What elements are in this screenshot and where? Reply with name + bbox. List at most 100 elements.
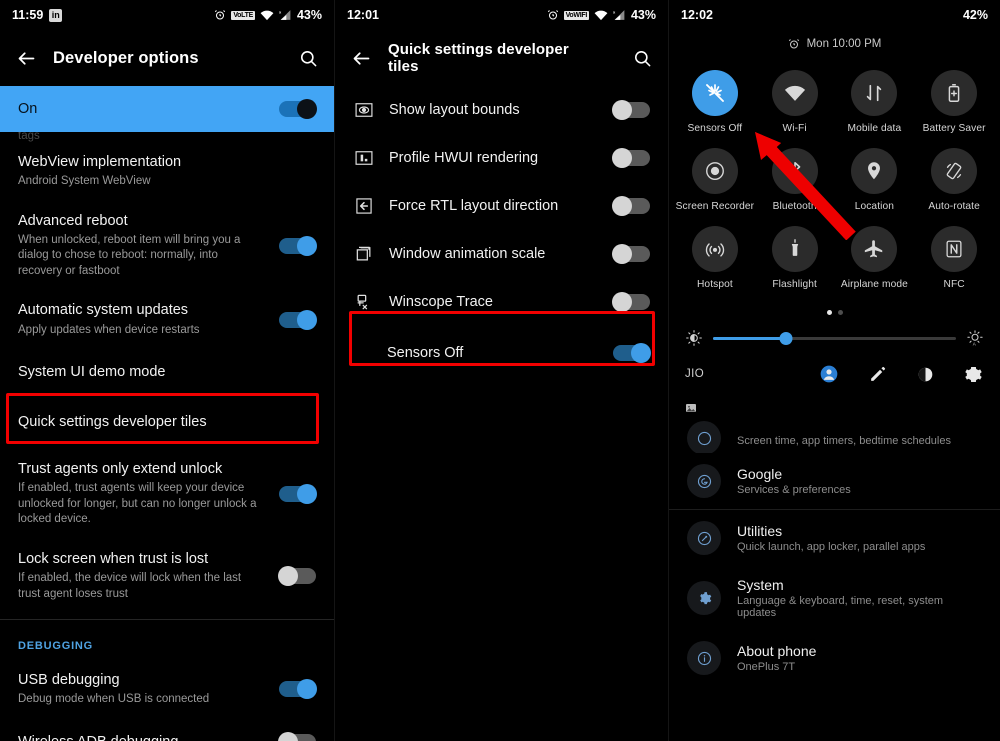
flashlight-icon[interactable] [771, 226, 818, 272]
brightness-slider[interactable] [713, 331, 956, 345]
qs-tile-hotspot[interactable]: Hotspot [675, 222, 755, 294]
settings-gear-icon[interactable] [962, 363, 984, 385]
row-usb-debugging[interactable]: USB debugging Debug mode when USB is con… [0, 660, 334, 719]
winscope-trace-toggle[interactable] [612, 292, 650, 312]
tile-row-force-rtl-layout[interactable]: Force RTL layout direction [335, 182, 668, 230]
location-pin-icon[interactable] [851, 148, 898, 194]
alarm-indicator: Mon 10:00 PM [669, 30, 1000, 54]
settings-row-subtitle: OnePlus 7T [737, 661, 796, 673]
hwui-profile-icon [353, 147, 375, 169]
cellular-signal-icon: x [279, 9, 292, 21]
row-title: Window animation scale [389, 245, 546, 262]
page-title: Quick settings developer tiles [388, 41, 569, 75]
search-icon[interactable] [299, 49, 318, 68]
qs-tile-battery-saver[interactable]: Battery Saver [914, 66, 994, 138]
pager-dot-2[interactable] [837, 310, 843, 315]
qs-tile-bluetooth[interactable]: Bluetooth [755, 144, 835, 216]
force-rtl-toggle[interactable] [612, 196, 650, 216]
back-arrow-icon[interactable] [16, 48, 37, 69]
qs-tile-location[interactable]: Location [835, 144, 915, 216]
settings-row-utilities[interactable]: Utilities Quick launch, app locker, para… [669, 510, 1000, 566]
alarm-icon [214, 9, 226, 21]
window-stack-icon [353, 243, 375, 265]
qs-tile-auto-rotate[interactable]: Auto-rotate [914, 144, 994, 216]
battery-percent: 42% [962, 8, 988, 22]
rtl-arrow-icon [353, 195, 375, 217]
edit-pencil-icon[interactable] [866, 363, 888, 385]
qs-tile-flashlight[interactable]: Flashlight [755, 222, 835, 294]
qs-tile-nfc[interactable]: NFC [914, 222, 994, 294]
row-trust-agents-only-extend-unlock[interactable]: Trust agents only extend unlock If enabl… [0, 449, 334, 539]
window-animation-scale-toggle[interactable] [612, 244, 650, 264]
trust-agents-toggle[interactable] [279, 484, 317, 505]
panel-quick-settings-shade: 12:02 42% Mon 10:00 PM Sensors Off Wi-Fi… [668, 0, 1000, 741]
sensors-off-icon[interactable] [691, 70, 738, 116]
tile-row-window-animation-scale[interactable]: Window animation scale [335, 230, 668, 278]
qs-tile-label: Sensors Off [687, 123, 743, 134]
row-wireless-adb-debugging[interactable]: Wireless ADB debugging [0, 719, 334, 741]
qs-tile-wifi[interactable]: Wi-Fi [755, 66, 835, 138]
battery-saver-icon[interactable] [931, 70, 978, 116]
row-title: Quick settings developer tiles [18, 414, 207, 431]
wireless-adb-toggle[interactable] [278, 731, 316, 741]
svg-text:x: x [613, 9, 616, 14]
nfc-icon[interactable] [931, 226, 978, 272]
auto-rotate-icon[interactable] [931, 148, 978, 194]
app-bar-developer-options: Developer options [0, 30, 334, 86]
qs-tile-mobile-data[interactable]: Mobile data [835, 66, 915, 138]
sensors-off-toggle[interactable] [613, 343, 651, 364]
profile-hwui-toggle[interactable] [612, 148, 650, 168]
usb-debugging-toggle[interactable] [279, 679, 317, 700]
row-title: Trust agents only extend unlock [18, 461, 223, 478]
battery-percent: 43% [630, 8, 656, 22]
qs-tile-screen-recorder[interactable]: Screen Recorder [675, 144, 755, 216]
bluetooth-icon[interactable] [771, 148, 818, 194]
cellular-signal-icon: x [613, 9, 626, 21]
qs-tile-airplane-mode[interactable]: Airplane mode [835, 222, 915, 294]
status-bar-right: 12:02 42% [669, 0, 1000, 30]
settings-row-system[interactable]: System Language & keyboard, time, reset,… [669, 566, 1000, 630]
brightness-auto-icon[interactable]: A [966, 329, 984, 347]
settings-list: Screen time, app timers, bedtime schedul… [669, 417, 1000, 686]
master-toggle-switch[interactable] [279, 99, 317, 120]
qs-tile-sensors-off[interactable]: Sensors Off [675, 66, 755, 138]
qs-tile-label: Location [854, 201, 895, 212]
master-toggle-label: On [18, 101, 38, 117]
quick-settings-pager[interactable] [669, 298, 1000, 323]
lock-screen-trust-toggle[interactable] [278, 566, 316, 587]
page-title: Developer options [53, 48, 199, 67]
row-automatic-system-updates[interactable]: Automatic system updates Apply updates w… [0, 290, 334, 349]
brightness-slider-row[interactable]: A [669, 323, 1000, 357]
screen-recorder-icon[interactable] [691, 148, 738, 194]
mobile-data-icon[interactable] [851, 70, 898, 116]
tile-row-winscope-trace[interactable]: Winscope Trace [335, 278, 668, 326]
developer-options-master-toggle[interactable]: On [0, 86, 334, 133]
tile-row-profile-hwui-rendering[interactable]: Profile HWUI rendering [335, 134, 668, 182]
tile-row-sensors-off[interactable]: Sensors Off [335, 326, 668, 380]
user-account-icon[interactable] [818, 363, 840, 385]
hotspot-icon[interactable] [691, 226, 738, 272]
pager-dot-1[interactable] [826, 310, 832, 315]
brightness-slider-handle[interactable] [779, 331, 793, 345]
automatic-system-updates-toggle[interactable] [279, 309, 317, 330]
show-layout-bounds-toggle[interactable] [612, 100, 650, 120]
row-advanced-reboot[interactable]: Advanced reboot When unlocked, reboot it… [0, 201, 334, 291]
settings-row-about-phone[interactable]: About phone OnePlus 7T [669, 630, 1000, 686]
row-lock-screen-when-trust-is-lost[interactable]: Lock screen when trust is lost If enable… [0, 539, 334, 613]
row-quick-settings-developer-tiles[interactable]: Quick settings developer tiles [0, 395, 334, 449]
advanced-reboot-toggle[interactable] [279, 235, 317, 256]
row-webview-implementation[interactable]: WebView implementation Android System We… [0, 142, 334, 201]
search-icon[interactable] [633, 49, 652, 68]
dark-mode-icon[interactable] [914, 363, 936, 385]
back-arrow-icon[interactable] [351, 48, 372, 69]
row-title: Sensors Off [387, 345, 464, 361]
row-system-ui-demo-mode[interactable]: System UI demo mode [0, 349, 334, 395]
qs-tile-label: Flashlight [772, 279, 817, 290]
wifi-icon[interactable] [771, 70, 818, 116]
row-title: System UI demo mode [18, 364, 166, 381]
tile-row-show-layout-bounds[interactable]: Show layout bounds [335, 86, 668, 134]
airplane-icon[interactable] [851, 226, 898, 272]
row-title: USB debugging [18, 672, 120, 689]
settings-row-digital-wellbeing[interactable]: Screen time, app timers, bedtime schedul… [669, 417, 1000, 453]
settings-row-google[interactable]: Google Services & preferences [669, 453, 1000, 509]
